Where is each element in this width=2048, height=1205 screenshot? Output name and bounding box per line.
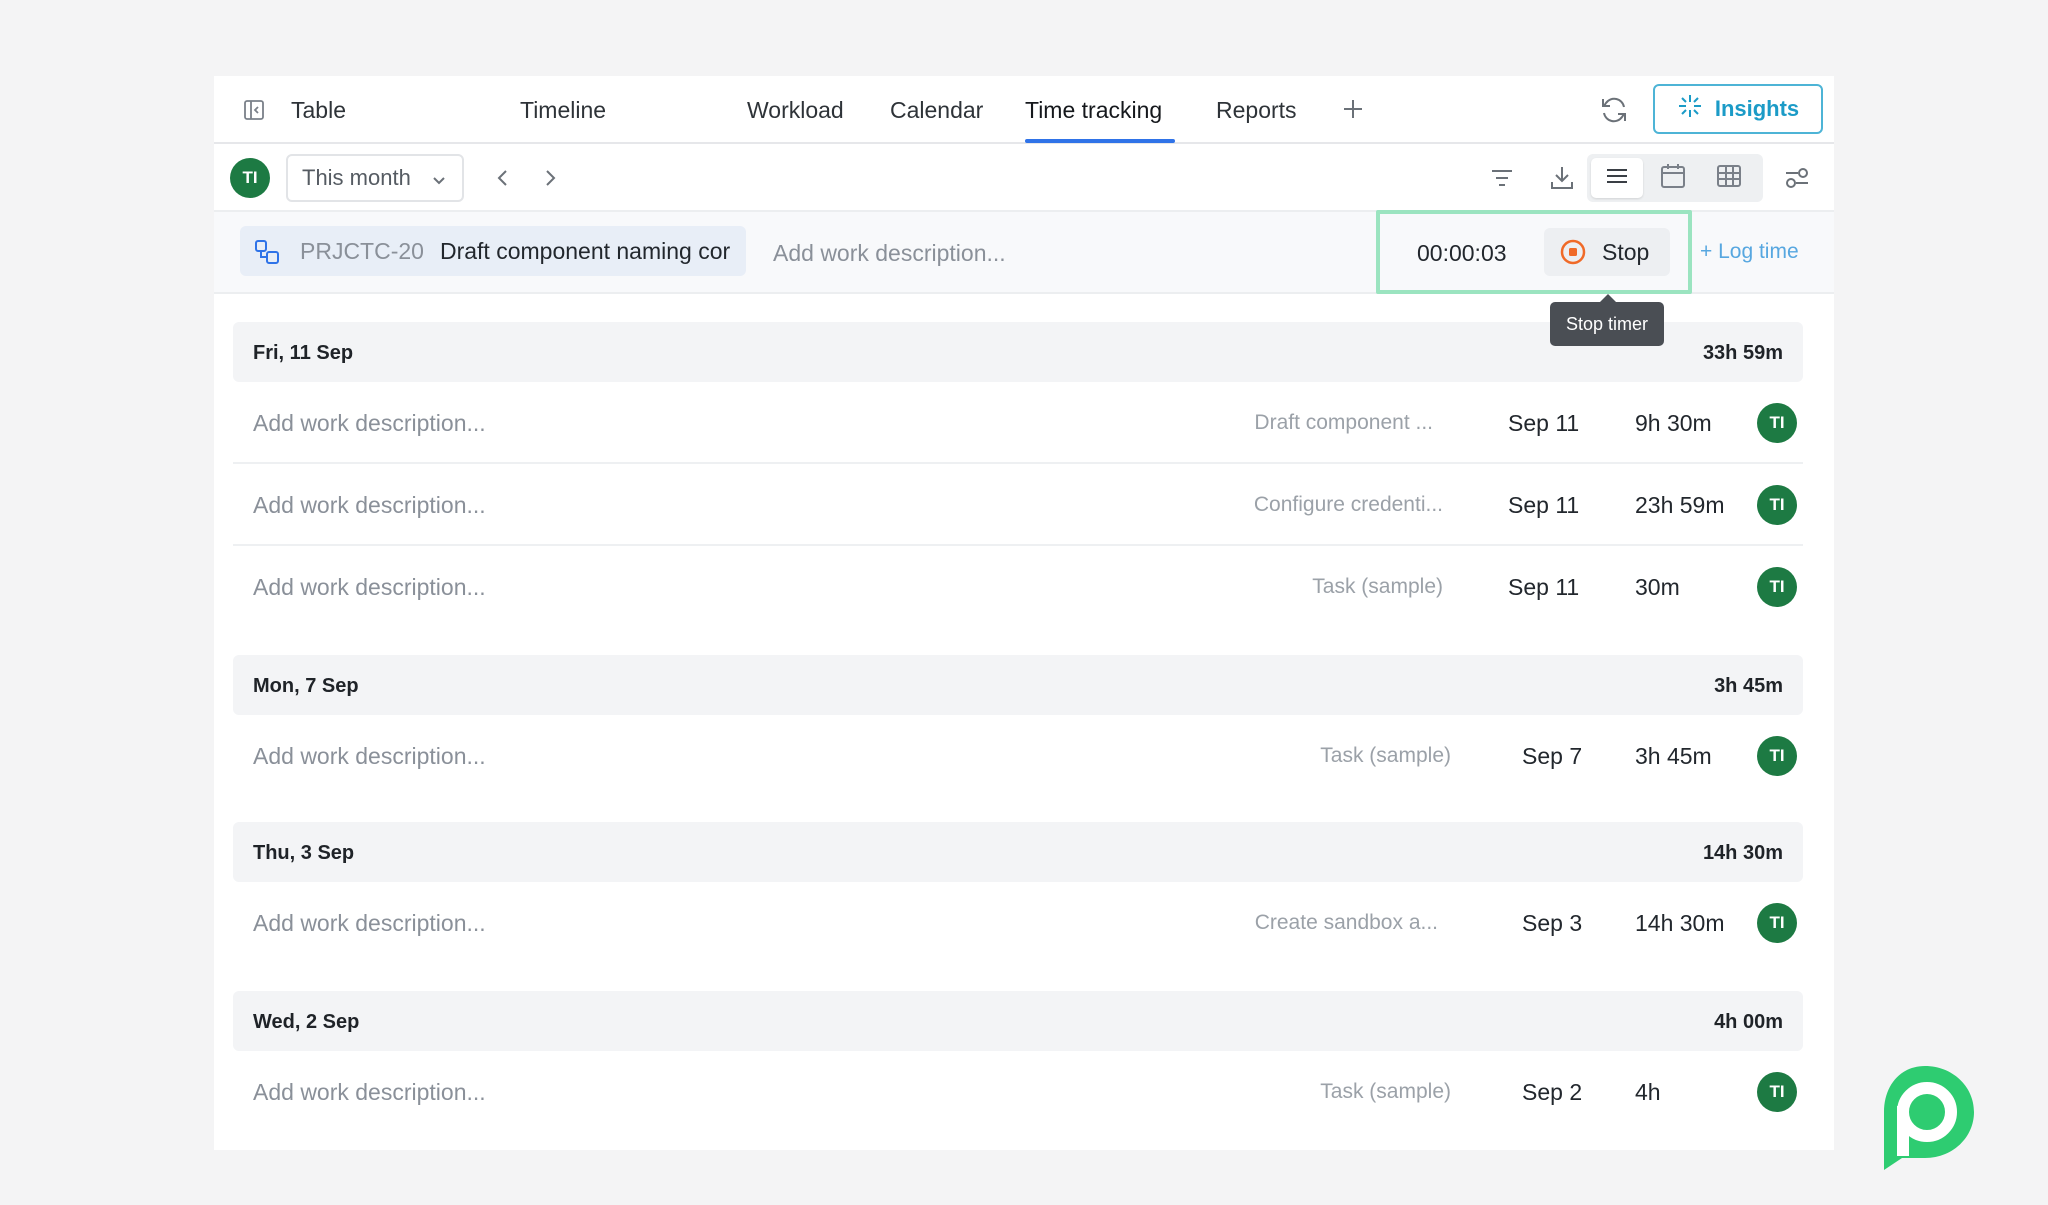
day-group-date: Mon, 7 Sep bbox=[253, 675, 359, 697]
running-timer-bar: PRJCTC-20 Draft component naming cor Add… bbox=[214, 210, 1834, 294]
time-entry-row[interactable]: Add work description... Task (sample) Se… bbox=[233, 715, 1803, 797]
calendar-icon bbox=[1659, 162, 1687, 195]
entry-description[interactable]: Add work description... bbox=[253, 1079, 486, 1106]
entry-duration[interactable]: 14h 30m bbox=[1635, 910, 1725, 937]
timer-task-chip[interactable]: PRJCTC-20 Draft component naming cor bbox=[240, 226, 746, 276]
entry-description[interactable]: Add work description... bbox=[253, 574, 486, 601]
tab-calendar[interactable]: Calendar bbox=[890, 96, 983, 144]
timer-task-key: PRJCTC-20 bbox=[300, 237, 424, 264]
refresh-icon[interactable] bbox=[1598, 94, 1630, 126]
brand-logo-icon bbox=[1872, 1062, 1978, 1172]
time-entry-row[interactable]: Add work description... Create sandbox a… bbox=[233, 882, 1803, 964]
tab-table[interactable]: Table bbox=[291, 96, 346, 144]
entry-description[interactable]: Add work description... bbox=[253, 410, 486, 437]
entry-description[interactable]: Add work description... bbox=[253, 743, 486, 770]
day-group-date: Wed, 2 Sep bbox=[253, 1011, 360, 1033]
entry-description[interactable]: Add work description... bbox=[253, 910, 486, 937]
entry-user-avatar: TI bbox=[1757, 1072, 1797, 1112]
download-icon[interactable] bbox=[1548, 164, 1576, 192]
list-view-button[interactable] bbox=[1591, 158, 1643, 198]
table-grid-icon bbox=[1715, 162, 1743, 195]
add-view-icon[interactable] bbox=[1340, 96, 1366, 122]
view-tabs-bar: Table Timeline Workload Calendar Time tr… bbox=[214, 76, 1834, 144]
timer-task-name: Draft component naming cor bbox=[439, 237, 731, 264]
entry-date[interactable]: Sep 11 bbox=[1508, 410, 1579, 437]
calendar-view-button[interactable] bbox=[1647, 158, 1699, 198]
tab-reports[interactable]: Reports bbox=[1216, 96, 1297, 144]
entry-date[interactable]: Sep 7 bbox=[1522, 743, 1582, 770]
entry-task[interactable]: Task (sample) bbox=[1320, 1080, 1451, 1104]
filter-icon[interactable] bbox=[1488, 164, 1516, 192]
day-group-header: Mon, 7 Sep 3h 45m bbox=[233, 655, 1803, 715]
entry-duration[interactable]: 23h 59m bbox=[1635, 492, 1725, 519]
entry-duration[interactable]: 30m bbox=[1635, 574, 1680, 601]
stop-record-icon bbox=[1560, 239, 1586, 265]
sparkle-icon bbox=[1677, 93, 1703, 125]
stop-timer-button[interactable]: Stop bbox=[1544, 228, 1670, 276]
next-period-icon[interactable] bbox=[538, 166, 562, 190]
entry-duration[interactable]: 9h 30m bbox=[1635, 410, 1712, 437]
view-mode-toggle bbox=[1587, 154, 1763, 202]
entry-date[interactable]: Sep 2 bbox=[1522, 1079, 1582, 1106]
insights-button[interactable]: Insights bbox=[1653, 84, 1823, 134]
insights-label: Insights bbox=[1714, 96, 1800, 121]
entry-user-avatar: TI bbox=[1757, 903, 1797, 943]
toolbar: TI This month bbox=[214, 144, 1834, 212]
entry-task[interactable]: Task (sample) bbox=[1312, 575, 1443, 599]
log-time-link[interactable]: + Log time bbox=[1700, 240, 1799, 264]
day-group-date: Thu, 3 Sep bbox=[253, 842, 355, 864]
chevron-down-icon bbox=[430, 170, 448, 188]
entry-duration[interactable]: 3h 45m bbox=[1635, 743, 1712, 770]
day-group-header: Wed, 2 Sep 4h 00m bbox=[233, 991, 1803, 1051]
day-group-total: 4h 00m bbox=[1714, 1011, 1783, 1033]
active-tab-indicator bbox=[1025, 139, 1175, 143]
entry-duration[interactable]: 4h bbox=[1635, 1079, 1661, 1106]
entry-user-avatar: TI bbox=[1757, 403, 1797, 443]
entry-user-avatar: TI bbox=[1757, 736, 1797, 776]
list-icon bbox=[1604, 163, 1630, 194]
stop-timer-tooltip: Stop timer bbox=[1550, 294, 1664, 346]
period-select[interactable]: This month bbox=[286, 154, 464, 202]
period-select-value: This month bbox=[302, 165, 411, 190]
entry-date[interactable]: Sep 11 bbox=[1508, 492, 1579, 519]
entry-user-avatar: TI bbox=[1757, 485, 1797, 525]
day-group-date: Fri, 11 Sep bbox=[253, 342, 354, 364]
grid-view-button[interactable] bbox=[1703, 158, 1755, 198]
time-entry-row[interactable]: Add work description... Task (sample) Se… bbox=[233, 1051, 1803, 1133]
entry-task[interactable]: Task (sample) bbox=[1320, 744, 1451, 768]
tab-workload[interactable]: Workload bbox=[747, 96, 844, 144]
entry-task[interactable]: Configure credenti... bbox=[1254, 493, 1443, 517]
tab-timeline[interactable]: Timeline bbox=[520, 96, 606, 144]
entry-date[interactable]: Sep 11 bbox=[1508, 574, 1579, 601]
entry-description[interactable]: Add work description... bbox=[253, 492, 486, 519]
tab-time-tracking[interactable]: Time tracking bbox=[1025, 96, 1162, 144]
previous-period-icon[interactable] bbox=[491, 166, 515, 190]
time-entry-row[interactable]: Add work description... Configure creden… bbox=[233, 464, 1803, 546]
day-group-total: 14h 30m bbox=[1702, 842, 1783, 864]
day-group-header: Thu, 3 Sep 14h 30m bbox=[233, 822, 1803, 882]
time-tracking-app: Table Timeline Workload Calendar Time tr… bbox=[214, 76, 1834, 1150]
time-entry-row[interactable]: Add work description... Task (sample) Se… bbox=[233, 546, 1803, 628]
user-avatar-filter[interactable]: TI bbox=[230, 158, 270, 198]
timer-description-input[interactable]: Add work description... bbox=[773, 240, 1006, 267]
entry-task[interactable]: Draft component ... bbox=[1254, 411, 1433, 435]
subtask-icon bbox=[254, 239, 280, 265]
entry-date[interactable]: Sep 3 bbox=[1522, 910, 1582, 937]
day-group-total: 33h 59m bbox=[1702, 342, 1783, 364]
day-group-total: 3h 45m bbox=[1714, 675, 1783, 697]
settings-sliders-icon[interactable] bbox=[1783, 164, 1811, 192]
stop-label: Stop bbox=[1602, 238, 1650, 265]
entry-user-avatar: TI bbox=[1757, 567, 1797, 607]
sidebar-toggle-icon[interactable] bbox=[242, 98, 266, 122]
timer-elapsed: 00:00:03 bbox=[1417, 240, 1507, 266]
time-entry-row[interactable]: Add work description... Draft component … bbox=[233, 382, 1803, 464]
entry-task[interactable]: Create sandbox a... bbox=[1255, 911, 1438, 935]
